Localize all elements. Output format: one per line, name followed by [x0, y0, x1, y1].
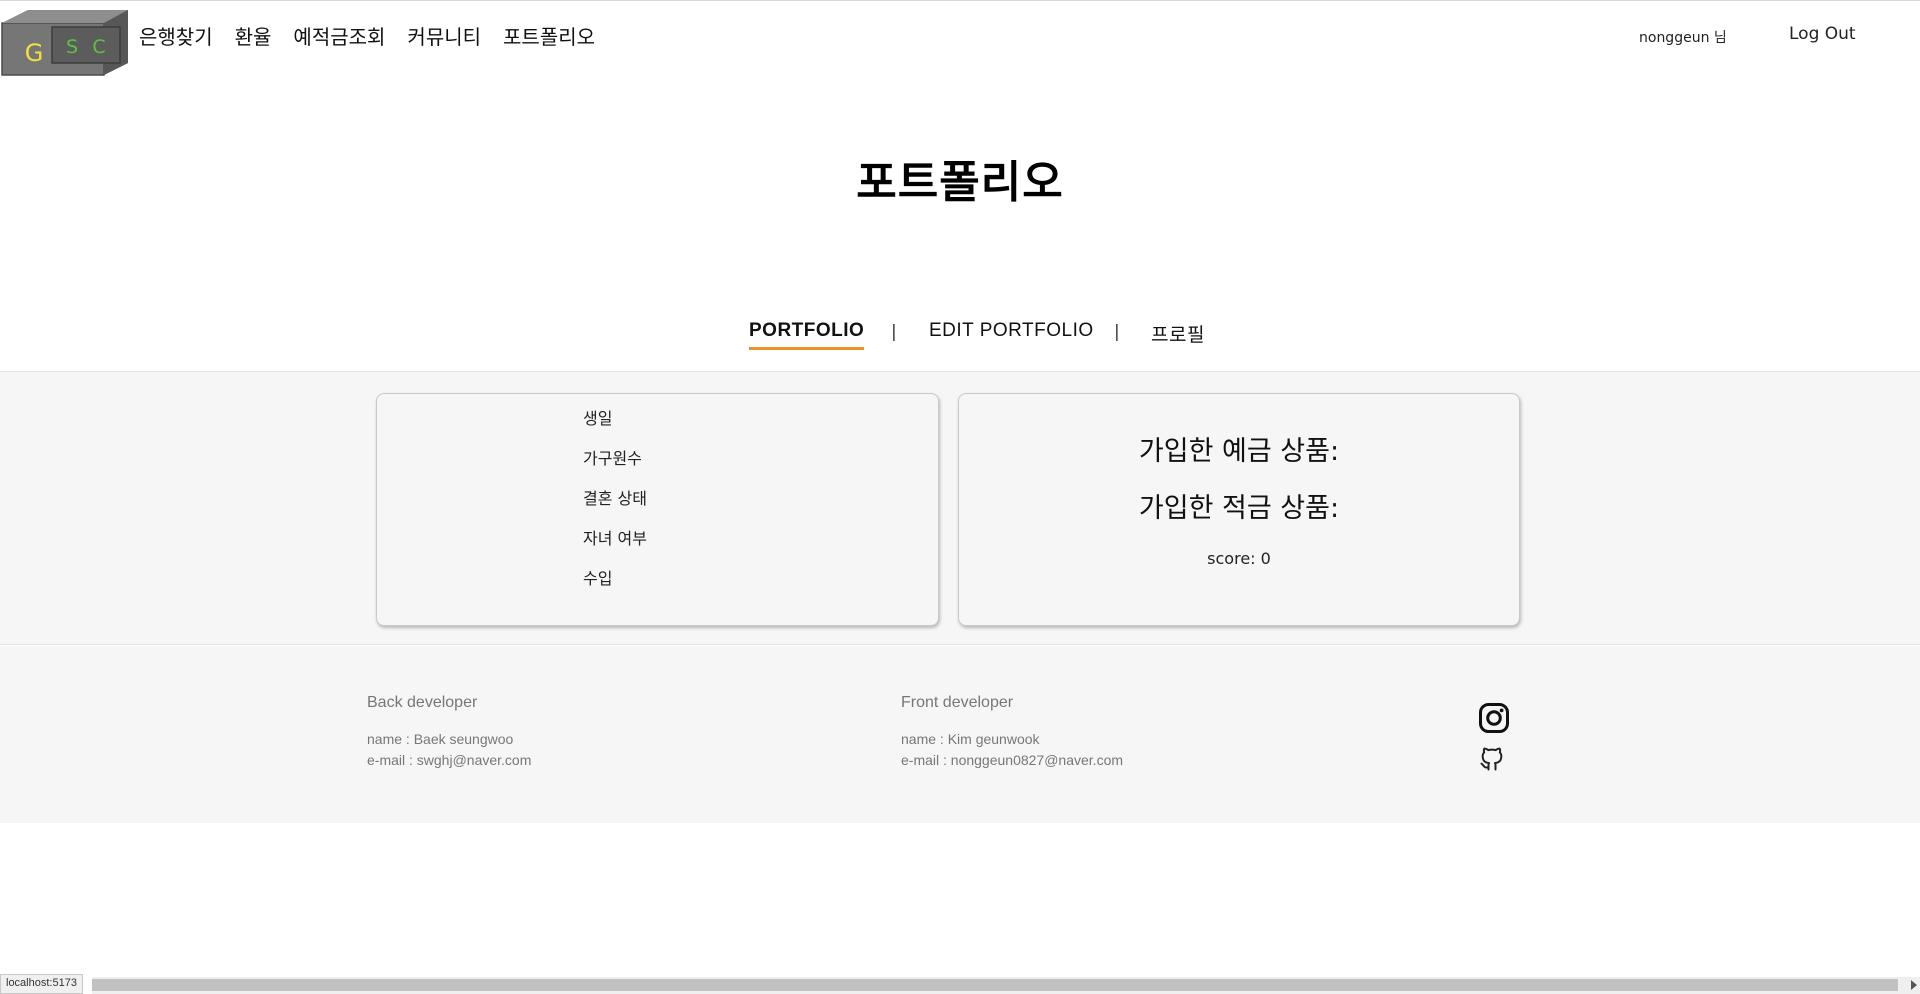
nav-community[interactable]: 커뮤니티	[407, 21, 481, 50]
horizontal-scrollbar[interactable]	[92, 977, 1920, 994]
scroll-right-arrow-icon[interactable]	[1911, 980, 1917, 990]
tab-separator: |	[891, 322, 897, 342]
portfolio-score: score: 0	[1207, 549, 1271, 568]
back-developer-name: name : Baek seungwoo	[367, 731, 514, 747]
nav-portfolio[interactable]: 포트폴리오	[503, 21, 595, 50]
field-marital-status: 결혼 상태	[583, 489, 647, 508]
profile-field-list: 생일 가구원수 결혼 상태 자녀 여부 수입	[583, 407, 647, 607]
subscribed-deposit-label: 가입한 예금 상품:	[1138, 436, 1340, 467]
logo-letter-c: C	[92, 36, 105, 58]
tab-portfolio[interactable]: PORTFOLIO	[749, 320, 865, 350]
portfolio-content: 생일 가구원수 결혼 상태 자녀 여부 수입 가입한 예금 상품: 가입한 적금…	[0, 371, 1920, 645]
logout-button[interactable]: Log Out	[1789, 24, 1856, 44]
nav-bank-finder[interactable]: 은행찾기	[139, 21, 213, 50]
tab-profile[interactable]: 프로필	[1151, 320, 1205, 347]
subscribed-savings-label: 가입한 적금 상품:	[1138, 493, 1340, 524]
portfolio-tabs: PORTFOLIO | EDIT PORTFOLIO | 프로필	[0, 320, 1920, 372]
logo-letter-s: S	[66, 36, 78, 58]
nav-deposit-savings[interactable]: 예적금조회	[293, 21, 385, 50]
back-developer-email: e-mail : swghj@naver.com	[367, 752, 532, 768]
field-household-size: 가구원수	[583, 449, 642, 468]
scrollbar-thumb[interactable]	[92, 979, 1898, 991]
front-developer-heading: Front developer	[901, 694, 1014, 711]
main-nav: 은행찾기 환율 예적금조회 커뮤니티 포트폴리오	[139, 21, 595, 50]
page-title: 포트폴리오	[856, 157, 1064, 208]
field-income: 수입	[583, 569, 613, 588]
status-bar-url: localhost:5173	[0, 974, 83, 994]
safe-logo-icon: G S C	[1, 10, 128, 76]
back-developer-heading: Back developer	[367, 694, 478, 711]
back-developer-info: Back developer name : Baek seungwoo e-ma…	[367, 694, 531, 771]
front-developer-info: Front developer name : Kim geunwook e-ma…	[901, 694, 1123, 771]
field-birthday: 생일	[583, 409, 613, 428]
instagram-icon[interactable]	[1478, 702, 1510, 738]
top-navigation-bar: G S C 은행찾기 환율 예적금조회 커뮤니티 포트폴리오 nonggeun …	[0, 0, 1920, 76]
subscriptions-card: 가입한 예금 상품: 가입한 적금 상품: score: 0	[958, 393, 1520, 626]
github-icon[interactable]	[1478, 745, 1506, 777]
profile-info-card: 생일 가구원수 결혼 상태 자녀 여부 수입	[376, 393, 939, 626]
field-children: 자녀 여부	[583, 529, 647, 548]
front-developer-name: name : Kim geunwook	[901, 731, 1040, 747]
user-greeting: nonggeun 님	[1639, 30, 1727, 46]
logo-letter-g: G	[25, 39, 44, 67]
nav-exchange-rate[interactable]: 환율	[235, 21, 272, 50]
front-developer-email: e-mail : nonggeun0827@naver.com	[901, 752, 1124, 768]
tab-separator: |	[1114, 322, 1120, 342]
site-footer: Back developer name : Baek seungwoo e-ma…	[0, 646, 1920, 823]
gsc-logo[interactable]: G S C	[0, 7, 128, 77]
tab-edit-portfolio[interactable]: EDIT PORTFOLIO	[929, 320, 1094, 342]
